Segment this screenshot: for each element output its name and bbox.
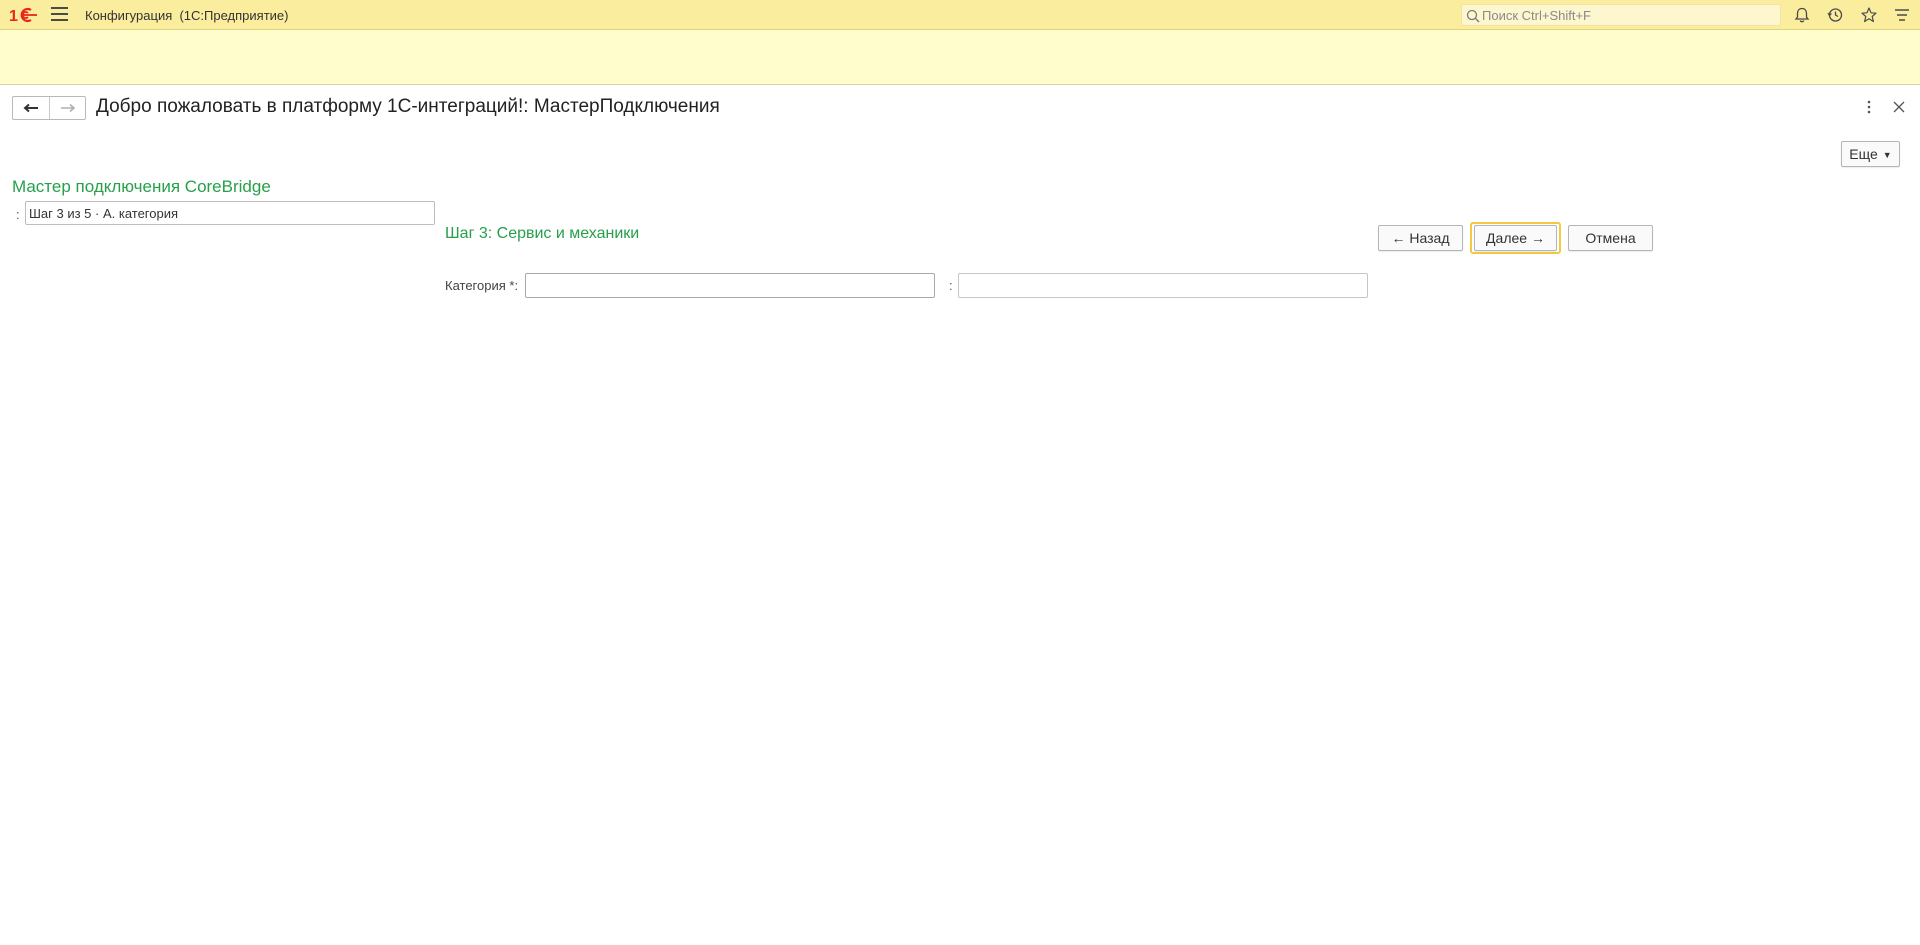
chevron-down-icon: ▼ (1882, 150, 1892, 160)
sections-panel (0, 30, 1920, 85)
arrow-right-icon (60, 103, 75, 113)
back-button[interactable]: ← Назад (1378, 225, 1463, 251)
navigation-buttons (12, 96, 86, 120)
forward-nav-button[interactable] (49, 97, 85, 119)
category-secondary-input[interactable] (958, 273, 1368, 298)
step-heading: Шаг 3: Сервис и механики (445, 225, 640, 242)
back-nav-button[interactable] (13, 97, 49, 119)
settings-lines-icon[interactable] (1893, 6, 1911, 24)
menu-icon[interactable] (51, 7, 68, 23)
svg-text:1: 1 (9, 8, 18, 24)
logo-1c-icon[interactable]: 1 (9, 6, 37, 24)
arrow-left-icon (23, 103, 38, 113)
wizard-title: Мастер подключения CoreBridge (12, 177, 271, 196)
app-title: Конфигурация (1С:Предприятие) (85, 8, 289, 23)
next-button[interactable]: Далее → (1474, 225, 1557, 251)
search-box[interactable] (1461, 4, 1781, 26)
top-bar: 1 Конфигурация (1С:Предприятие) (0, 0, 1920, 30)
next-button-focus-frame: Далее → (1470, 222, 1561, 254)
category-label: Категория *: (445, 278, 519, 293)
history-icon[interactable] (1826, 6, 1844, 24)
step-indicator-field[interactable]: Шаг 3 из 5 · А. категория (25, 201, 435, 225)
secondary-field-colon: : (949, 278, 953, 293)
form-title: Добро пожаловать в платформу 1С-интеграц… (96, 96, 720, 117)
search-icon (1466, 9, 1480, 23)
star-icon[interactable] (1860, 6, 1878, 24)
category-input[interactable] (525, 273, 935, 298)
more-vertical-icon[interactable] (1862, 98, 1876, 116)
more-button-label: Еще (1849, 146, 1878, 162)
cancel-button[interactable]: Отмена (1568, 225, 1653, 251)
close-icon[interactable] (1891, 99, 1907, 115)
search-input[interactable] (1482, 6, 1772, 24)
bell-icon[interactable] (1793, 6, 1811, 24)
step-label-colon: : (16, 207, 20, 222)
more-button[interactable]: Еще ▼ (1841, 141, 1900, 167)
